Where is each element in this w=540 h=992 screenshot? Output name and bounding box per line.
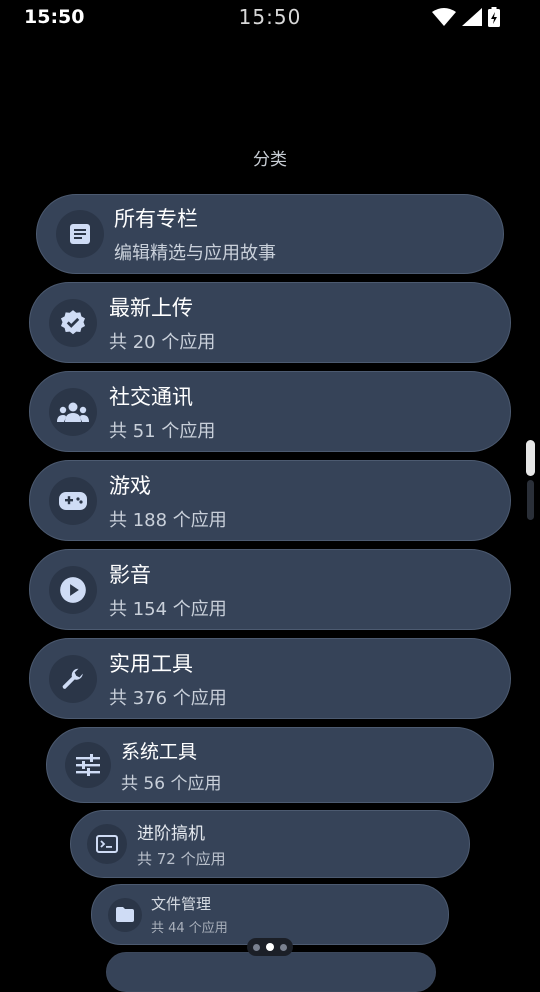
page-dot [253,943,260,951]
cellular-signal-icon [462,8,482,26]
category-subtitle: 共 376 个应用 [109,687,227,709]
category-icon-bg [56,210,104,258]
status-icons [432,7,500,27]
category-subtitle: 编辑精选与应用故事 [114,243,276,264]
category-icon-bg [49,476,97,525]
category-title: 进阶搞机 [137,824,205,844]
section-title: 分类 [253,150,287,170]
page-dot-active [266,943,274,951]
category-subtitle: 共 188 个应用 [109,509,227,531]
page-dot [280,943,287,951]
category-advanced[interactable]: 进阶搞机 共 72 个应用 [70,810,470,878]
category-social[interactable]: 社交通讯 共 51 个应用 [29,371,511,452]
category-subtitle: 共 154 个应用 [109,598,227,620]
category-subtitle: 共 44 个应用 [151,921,228,936]
category-subtitle: 共 56 个应用 [121,773,222,794]
gamepad-icon [59,491,87,510]
category-next-partial[interactable] [106,952,436,992]
category-media[interactable]: 影音 共 154 个应用 [29,549,511,630]
category-title: 系统工具 [121,740,198,763]
category-title: 最新上传 [109,295,193,320]
category-utilities[interactable]: 实用工具 共 376 个应用 [29,638,511,719]
category-subtitle: 共 51 个应用 [109,420,216,442]
verified-badge-icon [60,309,86,334]
category-subtitle: 共 20 个应用 [109,331,216,353]
group-icon [57,402,89,422]
category-icon-bg [108,897,142,932]
category-title: 实用工具 [109,651,193,676]
wrench-icon [62,668,83,689]
category-icon-bg [87,824,127,864]
category-latest-uploads[interactable]: 最新上传 共 20 个应用 [29,282,511,363]
terminal-icon [96,835,118,853]
category-system-tools[interactable]: 系统工具 共 56 个应用 [46,727,494,803]
battery-charging-icon [488,7,500,27]
category-title: 游戏 [109,473,151,498]
category-icon-bg [49,298,97,347]
wifi-icon [432,8,456,26]
scrollbar-track [527,480,534,520]
tune-icon [76,754,100,776]
category-subtitle: 共 72 个应用 [137,850,226,868]
category-title: 影音 [109,562,151,587]
category-title: 社交通讯 [109,384,193,409]
category-games[interactable]: 游戏 共 188 个应用 [29,460,511,541]
category-icon-bg [49,387,97,436]
category-title: 文件管理 [151,895,212,913]
play-circle-icon [60,576,86,603]
article-icon [70,224,90,244]
category-file-management[interactable]: 文件管理 共 44 个应用 [91,884,449,945]
category-title: 所有专栏 [114,207,198,231]
scrollbar-thumb[interactable] [526,440,535,476]
category-icon-bg [49,654,97,703]
status-bar: 15:50 15:50 [0,0,540,34]
category-all-columns[interactable]: 所有专栏 编辑精选与应用故事 [36,194,504,274]
category-icon-bg [65,742,111,788]
folder-icon [116,907,134,922]
page-indicator [247,938,293,956]
category-icon-bg [49,565,97,614]
